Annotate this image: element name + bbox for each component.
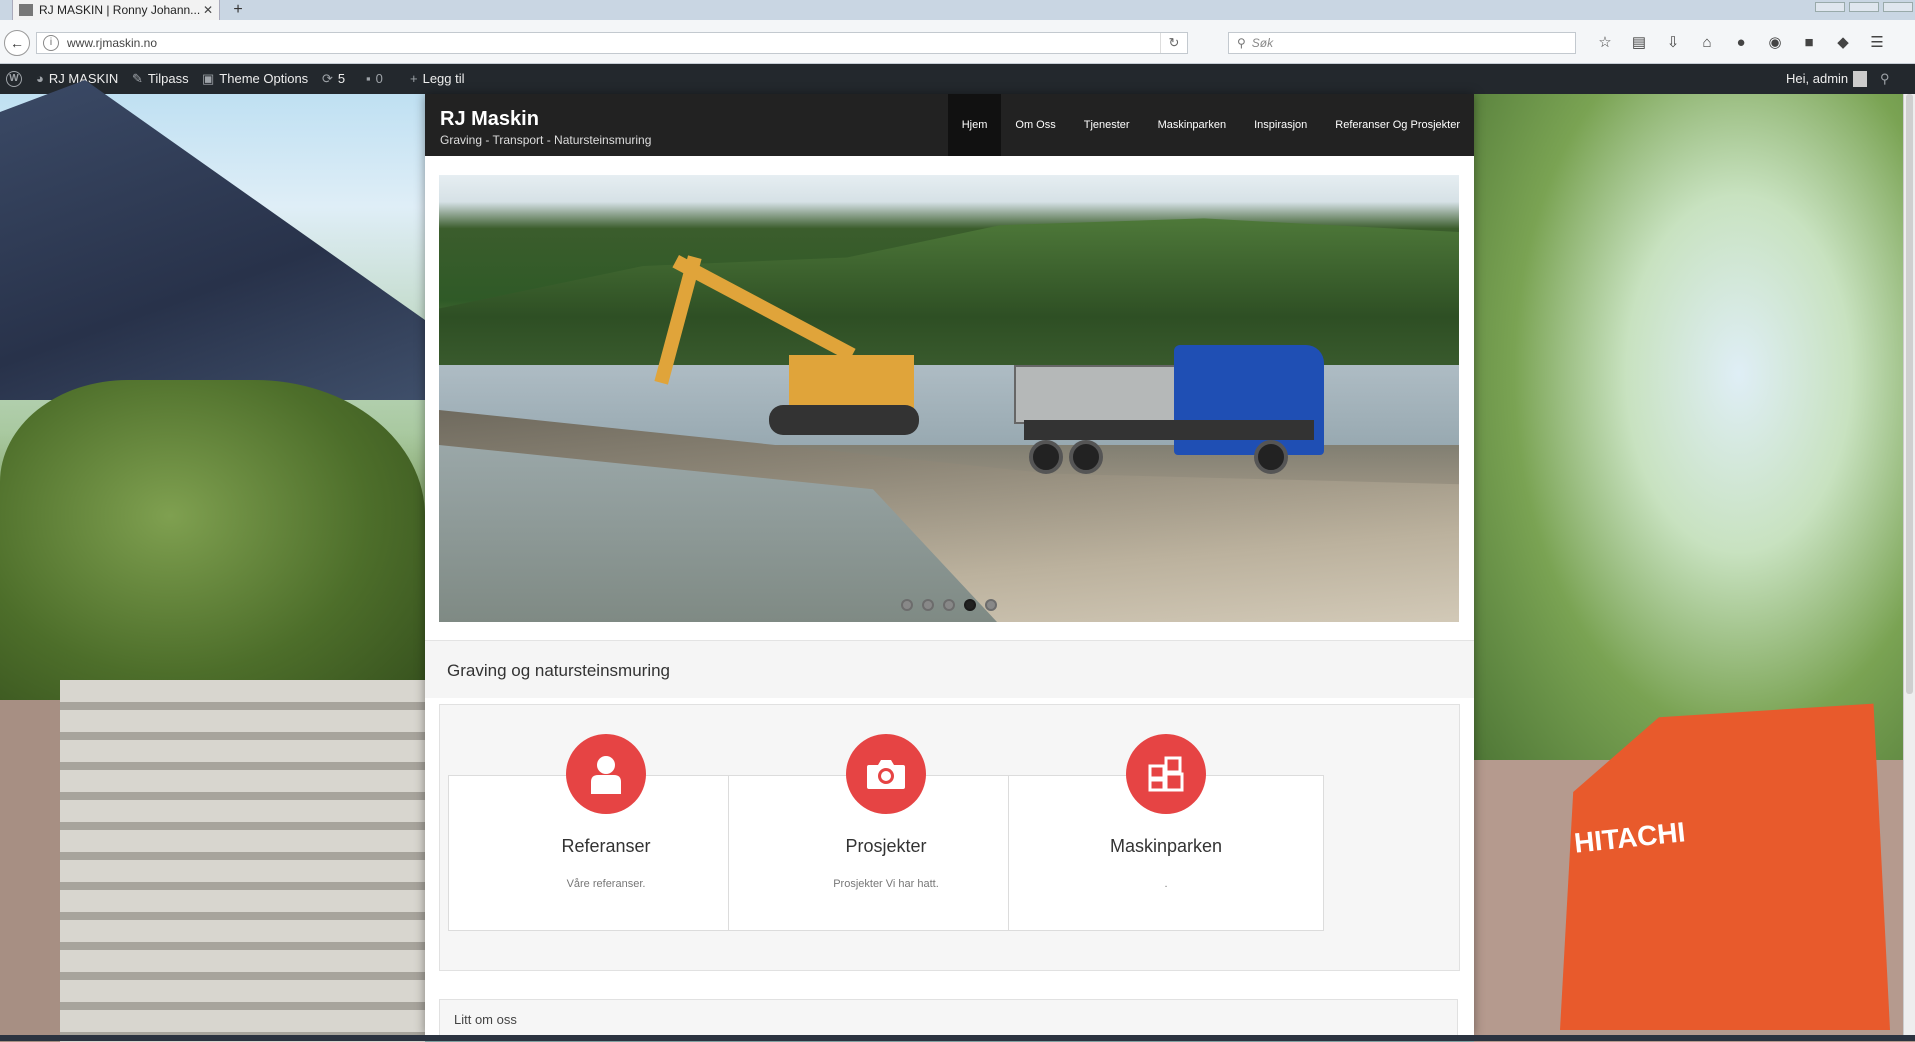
close-window-button[interactable] bbox=[1883, 2, 1913, 12]
plus-icon: + bbox=[410, 71, 418, 86]
menu-item-om-oss[interactable]: Om Oss bbox=[1001, 94, 1069, 156]
comments-count: 0 bbox=[375, 71, 383, 86]
folder-icon: ▣ bbox=[202, 71, 215, 86]
maximize-button[interactable] bbox=[1849, 2, 1879, 12]
intro-heading: Graving og natursteinsmuring bbox=[447, 661, 671, 680]
feature-title[interactable]: Maskinparken bbox=[1009, 836, 1323, 857]
avatar bbox=[1853, 71, 1868, 87]
tab-close-icon[interactable]: ✕ bbox=[203, 3, 213, 17]
menu-hamburger-icon[interactable]: ☰ bbox=[1860, 32, 1894, 54]
brush-icon: ✎ bbox=[132, 71, 143, 86]
camera-icon[interactable] bbox=[846, 734, 926, 814]
greeting-label: Hei, admin bbox=[1786, 71, 1849, 86]
about-section: Litt om oss bbox=[439, 999, 1458, 1036]
theme-options-label: Theme Options bbox=[219, 71, 309, 86]
menu-item-inspirasjon[interactable]: Inspirasjon bbox=[1240, 94, 1321, 156]
feature-box-referanser[interactable]: Referanser Våre referanser. bbox=[448, 734, 764, 931]
slider-dot-active[interactable] bbox=[964, 599, 976, 611]
site-tagline: Graving - Transport - Natursteinsmuring bbox=[440, 133, 652, 147]
dashboard-icon: ◕ bbox=[36, 71, 44, 86]
menu-item-maskinparken[interactable]: Maskinparken bbox=[1144, 94, 1240, 156]
home-icon[interactable]: ⌂ bbox=[1690, 32, 1724, 54]
favicon-icon bbox=[19, 4, 33, 16]
offer-icon[interactable]: ◆ bbox=[1826, 32, 1860, 54]
feature-description: . bbox=[1164, 878, 1168, 890]
slider-dot[interactable] bbox=[922, 599, 934, 611]
tab-title: RJ MASKIN | Ronny Johann... bbox=[39, 3, 201, 17]
feature-description: Prosjekter Vi har hatt. bbox=[833, 878, 939, 890]
search-icon: ⚲ bbox=[1237, 36, 1246, 50]
wordpress-icon: W bbox=[6, 71, 22, 87]
wp-logo-icon[interactable]: W bbox=[6, 64, 22, 94]
add-new-label: Legg til bbox=[422, 71, 465, 86]
browser-tab[interactable]: RJ MASKIN | Ronny Johann... ✕ bbox=[12, 0, 220, 20]
os-taskbar bbox=[0, 1035, 1915, 1041]
slide-excavator bbox=[654, 255, 919, 445]
minimize-button[interactable] bbox=[1815, 2, 1845, 12]
customize-label: Tilpass bbox=[147, 71, 189, 86]
updates-count: 5 bbox=[337, 71, 346, 86]
url-text[interactable]: www.rjmaskin.no bbox=[67, 36, 1160, 50]
back-button[interactable]: ← bbox=[4, 30, 30, 56]
new-tab-button[interactable]: + bbox=[228, 0, 248, 20]
machines-icon[interactable] bbox=[1126, 734, 1206, 814]
feature-title[interactable]: Referanser bbox=[449, 836, 763, 857]
site-info-icon[interactable]: i bbox=[43, 35, 59, 51]
background-trees bbox=[1474, 94, 1915, 794]
search-input[interactable]: ⚲ Søk bbox=[1228, 32, 1576, 54]
menu-item-referanser-og-prosjekter[interactable]: Referanser Og Prosjekter bbox=[1321, 94, 1474, 156]
reading-list-icon[interactable]: ▤ bbox=[1622, 32, 1656, 54]
page-container: RJ Maskin Graving - Transport - Naturste… bbox=[425, 94, 1474, 1036]
theme-options-link[interactable]: ▣ Theme Options bbox=[202, 64, 308, 94]
add-new-link[interactable]: + Legg til bbox=[410, 64, 465, 94]
intro-section: Graving og natursteinsmuring bbox=[425, 641, 1474, 698]
background-stairs bbox=[60, 680, 425, 1042]
features-section: Referanser Våre referanser. Prosjekter P… bbox=[439, 704, 1460, 971]
slider-dot[interactable] bbox=[901, 599, 913, 611]
scrollbar-thumb[interactable] bbox=[1906, 94, 1913, 694]
user-icon[interactable] bbox=[566, 734, 646, 814]
page-scrollbar[interactable] bbox=[1903, 94, 1915, 1036]
feature-description: Våre referanser. bbox=[566, 878, 646, 890]
wp-admin-bar: W ◕ RJ MASKIN ✎ Tilpass ▣ Theme Options … bbox=[0, 64, 1915, 94]
site-title[interactable]: RJ Maskin bbox=[440, 108, 539, 131]
search-placeholder: Søk bbox=[1251, 36, 1274, 50]
slider-dot[interactable] bbox=[985, 599, 997, 611]
feature-box-maskinparken[interactable]: Maskinparken . bbox=[1008, 734, 1324, 931]
about-heading: Litt om oss bbox=[454, 1012, 517, 1027]
chat-icon[interactable]: ● bbox=[1724, 32, 1758, 54]
updates-link[interactable]: ⟳ 5 bbox=[322, 64, 345, 94]
background-bushes bbox=[0, 380, 425, 720]
browser-tab-bar: RJ MASKIN | Ronny Johann... ✕ + bbox=[0, 0, 1915, 20]
window-controls bbox=[1813, 0, 1915, 14]
account-menu[interactable]: Hei, admin bbox=[1786, 64, 1868, 94]
slider-dot[interactable] bbox=[943, 599, 955, 611]
adblock-icon[interactable]: ◉ bbox=[1758, 32, 1792, 54]
address-bar[interactable]: i www.rjmaskin.no ↻ bbox=[36, 32, 1188, 54]
extension-icon[interactable]: ■ bbox=[1792, 32, 1826, 54]
main-menu: Hjem Om Oss Tjenester Maskinparken Inspi… bbox=[947, 94, 1474, 156]
search-icon: ⚲ bbox=[1880, 71, 1890, 86]
hero-slider[interactable] bbox=[439, 175, 1459, 622]
admin-search-icon[interactable]: ⚲ bbox=[1880, 64, 1890, 94]
reload-icon[interactable]: ↻ bbox=[1160, 33, 1187, 53]
browser-toolbar: ← i www.rjmaskin.no ↻ ⚲ Søk ☆ ▤ ⇩ ⌂ ● ◉ … bbox=[0, 20, 1915, 64]
comments-link[interactable]: ▪ 0 bbox=[366, 64, 383, 94]
feature-title[interactable]: Prosjekter bbox=[729, 836, 1043, 857]
slide-truck bbox=[1014, 345, 1329, 485]
customize-link[interactable]: ✎ Tilpass bbox=[132, 64, 189, 94]
feature-box-prosjekter[interactable]: Prosjekter Prosjekter Vi har hatt. bbox=[728, 734, 1044, 931]
bookmark-star-icon[interactable]: ☆ bbox=[1588, 32, 1622, 54]
browser-tools: ☆ ▤ ⇩ ⌂ ● ◉ ■ ◆ ☰ bbox=[1588, 32, 1894, 54]
menu-item-hjem[interactable]: Hjem bbox=[947, 94, 1002, 156]
slider-pagination bbox=[439, 599, 1459, 611]
menu-item-tjenester[interactable]: Tjenester bbox=[1070, 94, 1144, 156]
download-icon[interactable]: ⇩ bbox=[1656, 32, 1690, 54]
updates-icon: ⟳ bbox=[322, 71, 333, 86]
site-header: RJ Maskin Graving - Transport - Naturste… bbox=[425, 94, 1474, 156]
comment-icon: ▪ bbox=[366, 71, 371, 86]
